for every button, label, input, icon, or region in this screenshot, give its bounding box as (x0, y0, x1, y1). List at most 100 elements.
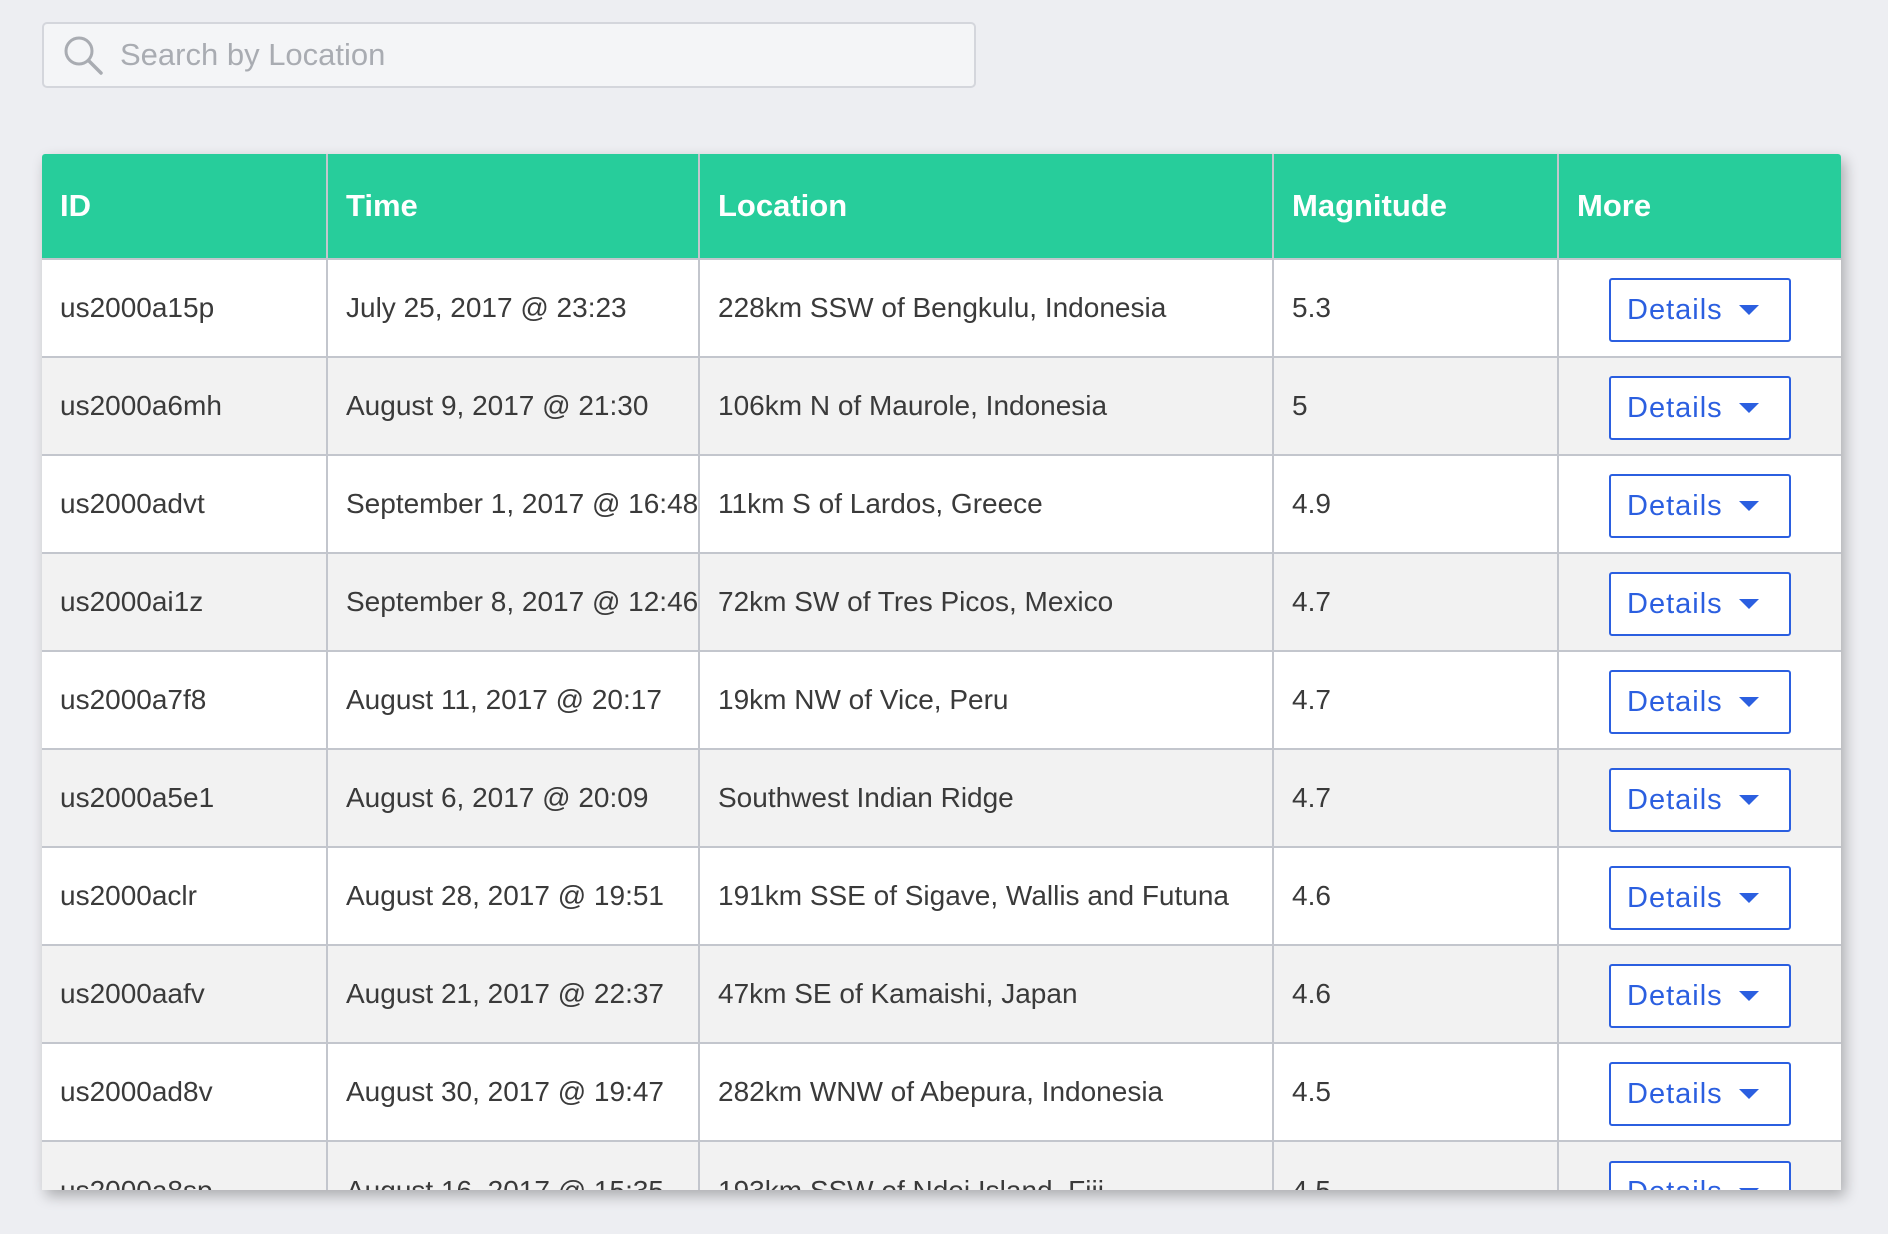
earthquake-table-card: ID Time Location Magnitude More us2000a1… (42, 154, 1841, 1190)
details-dropdown-button[interactable]: Details (1609, 866, 1791, 930)
column-header-time[interactable]: Time (326, 154, 699, 259)
table-row: us2000a8sp August 16, 2017 @ 15:35 193km S… (42, 1140, 1841, 1190)
row-time: August 9, 2017 @ 21:30 (326, 356, 699, 455)
table-row: us2000aafv August 21, 2017 @ 22:37 47km SE… (42, 944, 1841, 1043)
table-body: us2000a15p July 25, 2017 @ 23:23 228km SSW… (42, 258, 1841, 1190)
details-button-label: Details (1627, 293, 1723, 326)
row-more: Details (1557, 1042, 1841, 1141)
table-row: us2000a5e1 August 6, 2017 @ 20:09 Southwes… (42, 748, 1841, 847)
row-time: August 30, 2017 @ 19:47 (326, 1042, 699, 1141)
earthquake-table: ID Time Location Magnitude More us2000a1… (42, 154, 1841, 1190)
row-time: September 1, 2017 @ 16:48 (326, 454, 699, 553)
row-location: 47km SE of Kamaishi, Japan (698, 944, 1273, 1043)
details-dropdown-button[interactable]: Details (1609, 474, 1791, 538)
details-button-label: Details (1627, 391, 1723, 424)
row-more: Details (1557, 748, 1841, 847)
details-button-label: Details (1627, 783, 1723, 816)
row-magnitude: 5 (1272, 356, 1558, 455)
header-row: ID Time Location Magnitude More (42, 154, 1841, 259)
details-button-label: Details (1627, 979, 1723, 1012)
details-dropdown-button[interactable]: Details (1609, 572, 1791, 636)
column-header-id[interactable]: ID (42, 154, 327, 259)
column-header-location[interactable]: Location (698, 154, 1273, 259)
details-button-label: Details (1627, 587, 1723, 620)
row-more: Details (1557, 1140, 1841, 1190)
column-header-magnitude[interactable]: Magnitude (1272, 154, 1558, 259)
row-magnitude: 5.3 (1272, 258, 1558, 357)
row-id: us2000a8sp (42, 1140, 327, 1190)
row-id: us2000a7f8 (42, 650, 327, 749)
caret-down-icon (1738, 403, 1759, 413)
table-row: us2000ai1z September 8, 2017 @ 12:46 72km … (42, 552, 1841, 651)
search-input[interactable] (120, 37, 940, 73)
row-id: us2000aclr (42, 846, 327, 945)
row-time: July 25, 2017 @ 23:23 (326, 258, 699, 357)
row-location: 106km N of Maurole, Indonesia (698, 356, 1273, 455)
row-more: Details (1557, 650, 1841, 749)
row-id: us2000ai1z (42, 552, 327, 651)
row-time: August 21, 2017 @ 22:37 (326, 944, 699, 1043)
row-more: Details (1557, 356, 1841, 455)
table-row: us2000ad8v August 30, 2017 @ 19:47 282km W… (42, 1042, 1841, 1141)
details-dropdown-button[interactable]: Details (1609, 278, 1791, 342)
search-icon (64, 36, 103, 75)
details-button-label: Details (1627, 489, 1723, 522)
caret-down-icon (1738, 1187, 1759, 1190)
row-magnitude: 4.7 (1272, 650, 1558, 749)
row-location: 19km NW of Vice, Peru (698, 650, 1273, 749)
row-id: us2000advt (42, 454, 327, 553)
row-more: Details (1557, 454, 1841, 553)
row-location: 282km WNW of Abepura, Indonesia (698, 1042, 1273, 1141)
table-row: us2000a7f8 August 11, 2017 @ 20:17 19km NW… (42, 650, 1841, 749)
column-header-more: More (1557, 154, 1841, 259)
details-dropdown-button[interactable]: Details (1609, 964, 1791, 1028)
table-row: us2000aclr August 28, 2017 @ 19:51 191km S… (42, 846, 1841, 945)
caret-down-icon (1738, 1089, 1759, 1099)
caret-down-icon (1738, 893, 1759, 903)
details-button-label: Details (1627, 1077, 1723, 1110)
row-time: August 16, 2017 @ 15:35 (326, 1140, 699, 1190)
row-id: us2000a15p (42, 258, 327, 357)
row-magnitude: 4.5 (1272, 1140, 1558, 1190)
row-magnitude: 4.6 (1272, 846, 1558, 945)
row-more: Details (1557, 552, 1841, 651)
table-row: us2000a6mh August 9, 2017 @ 21:30 106km N … (42, 356, 1841, 455)
details-dropdown-button[interactable]: Details (1609, 768, 1791, 832)
row-time: August 11, 2017 @ 20:17 (326, 650, 699, 749)
details-dropdown-button[interactable]: Details (1609, 670, 1791, 734)
caret-down-icon (1738, 599, 1759, 609)
caret-down-icon (1738, 697, 1759, 707)
row-magnitude: 4.9 (1272, 454, 1558, 553)
caret-down-icon (1738, 501, 1759, 511)
row-location: 228km SSW of Bengkulu, Indonesia (698, 258, 1273, 357)
row-location: 193km SSW of Ndoi Island, Fiji (698, 1140, 1273, 1190)
row-magnitude: 4.7 (1272, 552, 1558, 651)
details-dropdown-button[interactable]: Details (1609, 1160, 1791, 1190)
details-button-label: Details (1627, 685, 1723, 718)
row-time: August 6, 2017 @ 20:09 (326, 748, 699, 847)
row-id: us2000ad8v (42, 1042, 327, 1141)
table-row: us2000advt September 1, 2017 @ 16:48 11km … (42, 454, 1841, 553)
details-dropdown-button[interactable]: Details (1609, 376, 1791, 440)
row-location: 191km SSE of Sigave, Wallis and Futuna (698, 846, 1273, 945)
row-id: us2000a5e1 (42, 748, 327, 847)
caret-down-icon (1738, 305, 1759, 315)
details-button-label: Details (1627, 881, 1723, 914)
row-time: September 8, 2017 @ 12:46 (326, 552, 699, 651)
row-magnitude: 4.6 (1272, 944, 1558, 1043)
row-more: Details (1557, 944, 1841, 1043)
row-magnitude: 4.5 (1272, 1042, 1558, 1141)
row-location: 11km S of Lardos, Greece (698, 454, 1273, 553)
row-time: August 28, 2017 @ 19:51 (326, 846, 699, 945)
row-location: Southwest Indian Ridge (698, 748, 1273, 847)
caret-down-icon (1738, 991, 1759, 1001)
row-id: us2000a6mh (42, 356, 327, 455)
row-more: Details (1557, 846, 1841, 945)
table-row: us2000a15p July 25, 2017 @ 23:23 228km SSW… (42, 258, 1841, 357)
details-button-label: Details (1627, 1176, 1723, 1190)
search-bar[interactable] (42, 22, 976, 88)
table-header: ID Time Location Magnitude More (42, 154, 1841, 259)
row-more: Details (1557, 258, 1841, 357)
row-magnitude: 4.7 (1272, 748, 1558, 847)
details-dropdown-button[interactable]: Details (1609, 1062, 1791, 1126)
